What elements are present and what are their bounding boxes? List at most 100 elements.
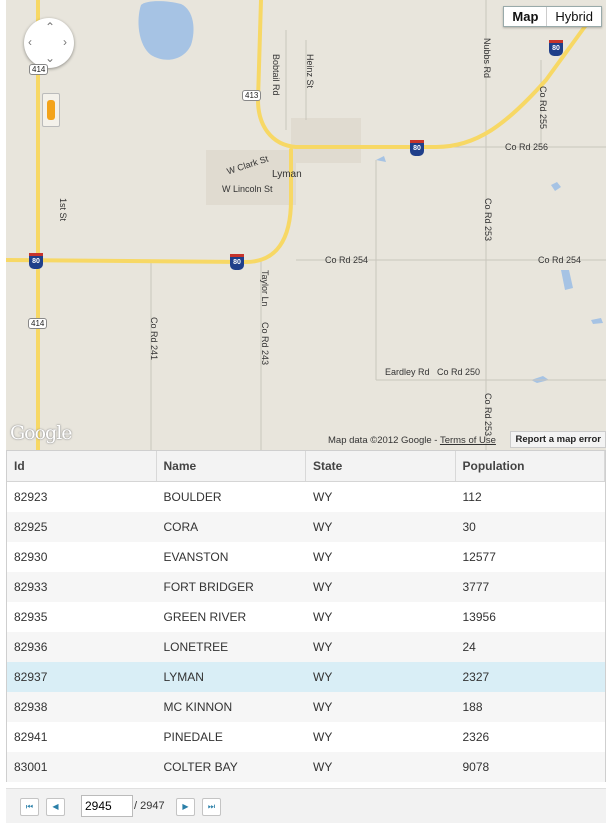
map-label-lyman: Lyman	[272, 169, 302, 180]
cell-population: 2327	[462, 670, 490, 684]
cell-id: 82936	[14, 640, 48, 654]
table-row[interactable]: 82938 MC KINNON WY 188	[7, 692, 605, 722]
map-label-taylor-ln: Taylor Ln	[260, 270, 270, 307]
map-label-heinz-st: Heinz St	[305, 54, 315, 89]
cell-name: GREEN RIVER	[163, 610, 247, 624]
cell-state: WY	[313, 730, 333, 744]
map-label-w-lincoln-st: W Lincoln St	[222, 184, 273, 194]
map-label-bobtail-rd: Bobtail Rd	[271, 54, 281, 96]
cell-id: 82925	[14, 520, 48, 534]
map-type-control: Map Hybrid	[503, 6, 602, 27]
cell-population: 24	[462, 640, 476, 654]
table-row[interactable]: 82933 FORT BRIDGER WY 3777	[7, 572, 605, 602]
terms-of-use-link[interactable]: Terms of Use	[440, 435, 496, 446]
map-label-co-rd-255: Co Rd 255	[538, 86, 548, 130]
cell-population: 13956	[462, 610, 496, 624]
cell-state: WY	[313, 580, 333, 594]
pan-control[interactable]: ⌃ ⌄ ‹ ›	[24, 18, 74, 68]
cell-id: 82930	[14, 550, 48, 564]
next-page-icon[interactable]: ▶	[176, 798, 195, 816]
map-label-co-rd-254: Co Rd 254	[325, 255, 369, 265]
pan-down-icon[interactable]: ⌄	[45, 51, 55, 65]
interstate-shield-80-west: 80	[29, 253, 43, 269]
cell-name: MC KINNON	[163, 700, 233, 714]
prev-page-icon[interactable]: ◀	[46, 798, 65, 816]
cell-id: 82935	[14, 610, 48, 624]
pan-up-icon[interactable]: ⌃	[45, 20, 55, 34]
cell-id: 82923	[14, 490, 48, 504]
column-header-population[interactable]: Population	[456, 451, 605, 481]
route-shield-414-south: 414	[28, 318, 48, 329]
cell-name: LYMAN	[163, 670, 204, 684]
interstate-shield-80: 80	[549, 40, 563, 56]
cell-name: LONETREE	[163, 640, 229, 654]
cell-population: 2326	[462, 730, 490, 744]
cell-name: PINEDALE	[163, 730, 223, 744]
table-row[interactable]: 82930 EVANSTON WY 12577	[7, 542, 605, 572]
cell-state: WY	[313, 700, 333, 714]
route-shield-414: 414	[29, 64, 49, 75]
pager: ⏮ ◀ / 2947 ▶ ⏭	[6, 788, 606, 823]
table-row[interactable]: 82923 BOULDER WY 112	[7, 482, 605, 512]
report-map-error-button[interactable]: Report a map error	[510, 431, 606, 448]
google-logo[interactable]: Google	[10, 422, 73, 444]
cell-id: 82941	[14, 730, 48, 744]
page-total-label: / 2947	[134, 800, 165, 812]
cell-state: WY	[313, 640, 333, 654]
map-label-1st-st: 1st St	[58, 198, 68, 222]
street-view-pegman-icon[interactable]	[42, 93, 60, 127]
cell-state: WY	[313, 520, 333, 534]
cell-population: 3777	[462, 580, 490, 594]
table-row[interactable]: 82936 LONETREE WY 24	[7, 632, 605, 662]
cell-id: 83001	[14, 760, 48, 774]
data-grid: Id Name State Population 82923 BOULDER WY 1…	[6, 450, 606, 782]
map-label-co-rd-256: Co Rd 256	[505, 142, 549, 152]
table-row[interactable]: 82935 GREEN RIVER WY 13956	[7, 602, 605, 632]
map-label-eardley-rd: Eardley Rd	[385, 367, 430, 377]
table-row[interactable]: 83001 COLTER BAY WY 9078	[7, 752, 605, 782]
map-type-hybrid-button[interactable]: Hybrid	[547, 7, 601, 26]
grid-body: 82923 BOULDER WY 112 82925 CORA WY 30 82930 EVANS…	[7, 482, 605, 782]
map-label-co-rd-254-east: Co Rd 254	[538, 255, 582, 265]
cell-state: WY	[313, 670, 333, 684]
cell-name: BOULDER	[163, 490, 222, 504]
table-row[interactable]: 82925 CORA WY 30	[7, 512, 605, 542]
map-label-co-rd-243: Co Rd 243	[260, 322, 270, 366]
column-header-state[interactable]: State	[306, 451, 456, 481]
table-row[interactable]: 82937 LYMAN WY 2327	[7, 662, 605, 692]
cell-id: 82937	[14, 670, 48, 684]
column-header-id[interactable]: Id	[7, 451, 157, 481]
cell-state: WY	[313, 610, 333, 624]
route-shield-413: 413	[242, 90, 262, 101]
map-label-co-rd-241: Co Rd 241	[149, 317, 159, 361]
cell-population: 188	[462, 700, 483, 714]
page-number-input[interactable]	[81, 795, 133, 817]
cell-state: WY	[313, 550, 333, 564]
cell-population: 112	[462, 490, 482, 504]
table-row[interactable]: 82941 PINEDALE WY 2326	[7, 722, 605, 752]
map-view[interactable]: Map Hybrid ⌃ ⌄ ‹ › Lyman W Clark St W Li…	[6, 0, 606, 450]
pan-right-icon[interactable]: ›	[63, 35, 67, 49]
map-label-co-rd-253: Co Rd 253	[483, 198, 493, 242]
column-header-name[interactable]: Name	[157, 451, 306, 481]
cell-population: 12577	[462, 550, 496, 564]
map-attribution: Map data ©2012 Google - Terms of Use	[328, 435, 496, 446]
interstate-shield-80-center: 80	[410, 140, 424, 156]
map-label-co-rd-250: Co Rd 250	[437, 367, 481, 377]
cell-state: WY	[313, 490, 333, 504]
attribution-text: Map data ©2012 Google -	[328, 435, 440, 446]
cell-id: 82938	[14, 700, 48, 714]
map-type-map-button[interactable]: Map	[504, 7, 548, 26]
last-page-icon[interactable]: ⏭	[202, 798, 221, 816]
cell-name: EVANSTON	[163, 550, 229, 564]
cell-name: FORT BRIDGER	[163, 580, 254, 594]
pan-left-icon[interactable]: ‹	[28, 35, 32, 49]
first-page-icon[interactable]: ⏮	[20, 798, 39, 816]
cell-population: 30	[462, 520, 476, 534]
cell-name: COLTER BAY	[163, 760, 238, 774]
cell-name: CORA	[163, 520, 199, 534]
map-label-co-rd-253-south: Co Rd 253	[483, 393, 493, 437]
cell-id: 82933	[14, 580, 48, 594]
cell-population: 9078	[462, 760, 490, 774]
cell-state: WY	[313, 760, 333, 774]
